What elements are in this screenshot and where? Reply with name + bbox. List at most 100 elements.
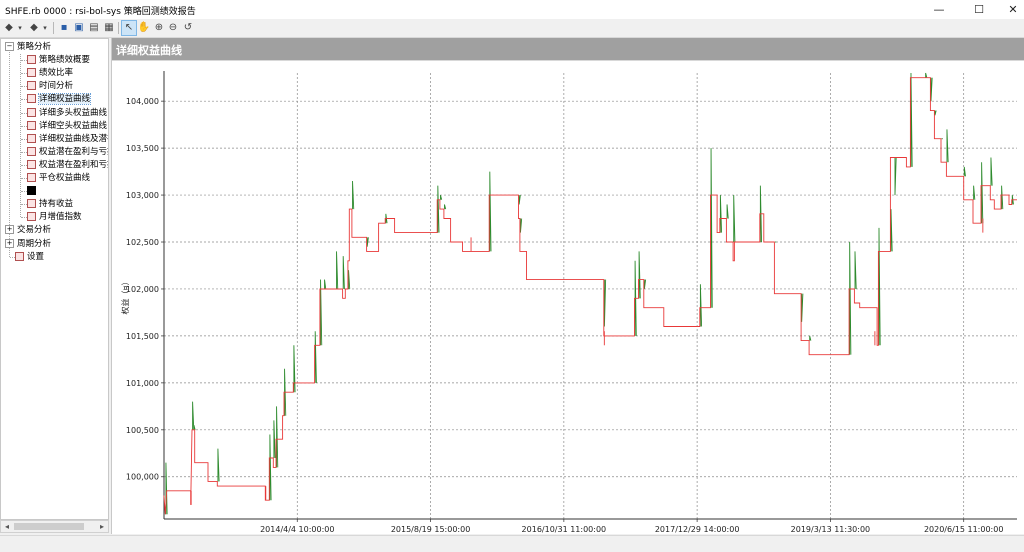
tree-item-label: 交易分析 [17,225,52,236]
x-tick-label: 2020/6/15 11:00:00 [924,525,1004,533]
tree-item-label: 权益潜在盈利和亏损 [39,159,109,170]
tree-item-label: 权益潜在盈利与亏损 [39,146,109,157]
x-tick-label: 2019/3/13 11:30:00 [791,525,871,533]
tree-item-label: 详细空头权益曲线 [39,120,108,131]
tree-item[interactable]: 绩效比率 [27,67,73,79]
toolbar-separator [118,22,119,34]
tree-item[interactable]: 详细权益曲线及潜在 [27,133,109,145]
high-spike [699,284,703,327]
high-spike [963,166,966,177]
report-page-icon [15,251,24,261]
tree-item[interactable]: 设置 [15,251,44,263]
high-spike [733,195,736,243]
high-spike [348,270,351,289]
pointer-icon[interactable]: ↖ [121,20,137,36]
tree-item[interactable]: − 策略分析 [5,41,51,53]
reset-zoom-icon[interactable]: ↺ [181,21,195,35]
pan-hand-icon[interactable]: ✋ [137,21,151,35]
tree-item-label: 策略分析 [17,42,52,52]
high-spike [366,237,369,247]
zoom-out-icon[interactable]: ⊖ [166,21,180,35]
high-spike [910,72,913,167]
tree-item[interactable]: 详细多头权益曲线 [27,107,107,119]
high-spike [324,279,327,290]
report-page-icon [27,55,36,65]
high-spike [973,185,976,200]
tree-item[interactable]: + 周期分析 [5,238,51,250]
high-spike [193,424,196,430]
report-page-icon [27,120,36,130]
y-tick-label: 101,000 [126,379,159,388]
high-spike [342,256,345,289]
black-square-icon [27,186,36,196]
high-spike [946,129,949,163]
tree-item[interactable]: 时间分析 [27,80,73,92]
expand-icon[interactable]: + [5,225,14,235]
minimize-button[interactable]: — [922,0,956,19]
tree-item[interactable]: 详细空头权益曲线 [27,120,107,132]
high-spike [293,345,296,393]
high-spike [273,420,276,458]
scroll-thumb[interactable] [14,523,84,530]
high-spike [890,209,893,252]
high-spike [269,434,272,501]
equity-chart[interactable]: 100,000 100,500 101,000 101,500 102,000 102,5… [112,61,1024,533]
print-preview-icon[interactable]: ▦ [102,21,116,35]
tree-item-label: 月增值指数 [39,212,82,223]
tree-item-label: 详细权益曲线及潜在 [39,133,109,144]
x-tick-label: 2014/4/4 10:00:00 [260,525,334,533]
collapse-icon[interactable]: − [5,42,14,51]
y-tick-label: 103,000 [126,191,159,200]
report-page-icon [27,212,36,222]
tree-item[interactable] [27,185,39,197]
close-button[interactable]: ✕ [996,0,1024,19]
expand-icon[interactable]: + [5,238,14,248]
status-bar [0,535,1024,552]
tree-item[interactable]: 策略绩效概要 [27,54,90,66]
report-page-icon [27,133,36,143]
tree-item[interactable]: + 交易分析 [5,224,51,236]
tree-item-label: 绩效比率 [39,68,74,79]
panel-title: 详细权益曲线 [116,44,182,57]
tree-item-label: 详细权益曲线 [37,93,92,106]
save-icon[interactable]: ▪ [57,21,71,35]
tree-item[interactable]: 详细权益曲线 [27,93,92,106]
high-spike [440,194,443,200]
tree-item[interactable]: 月增值指数 [27,211,82,223]
high-spike [930,77,933,102]
tree-item-label: 持有收益 [39,199,74,210]
report-page-icon [27,94,36,104]
tree-item[interactable]: 权益潜在盈利与亏损 [27,146,109,158]
zoom-in-icon[interactable]: ⊕ [152,21,166,35]
maximize-button[interactable]: ☐ [962,0,996,19]
tree-item[interactable]: 平仓权益曲线 [27,172,90,184]
report-tree: − 策略分析 策略绩效概要 绩效比率 时间分析 详细权益曲线 详细多头权益曲线 详细空头权益曲… [0,38,109,520]
high-spike [638,251,641,299]
high-spike [603,279,607,327]
panel-header: 详细权益曲线 [112,38,1024,60]
high-spike [934,110,937,116]
back-dropdown-icon[interactable]: ▾ [13,21,27,35]
x-tick-label: 2017/12/29 14:00:00 [655,525,740,533]
high-spike [314,331,317,383]
tree-item-label: 详细多头权益曲线 [39,107,108,118]
high-spike [489,171,492,252]
high-spike [849,242,852,355]
forward-dropdown-icon[interactable]: ▾ [38,21,52,35]
scroll-right-icon[interactable]: ▸ [96,521,108,532]
tree-guide-line [20,53,21,218]
tree-item[interactable]: 权益潜在盈利和亏损 [27,159,109,171]
copy-icon[interactable]: ▣ [72,21,86,35]
y-tick-label: 100,000 [126,473,159,482]
report-page-icon [27,146,36,156]
high-spike [276,406,279,468]
high-spike [217,448,220,482]
high-spike [726,204,729,219]
tree-horizontal-scrollbar[interactable]: ◂ ▸ [0,520,109,533]
tree-item[interactable]: 持有收益 [27,198,73,210]
print-icon[interactable]: ▤ [87,21,101,35]
high-spike [854,251,857,289]
scroll-left-icon[interactable]: ◂ [1,521,13,532]
high-spike [643,279,647,290]
y-tick-label: 104,000 [126,97,159,106]
